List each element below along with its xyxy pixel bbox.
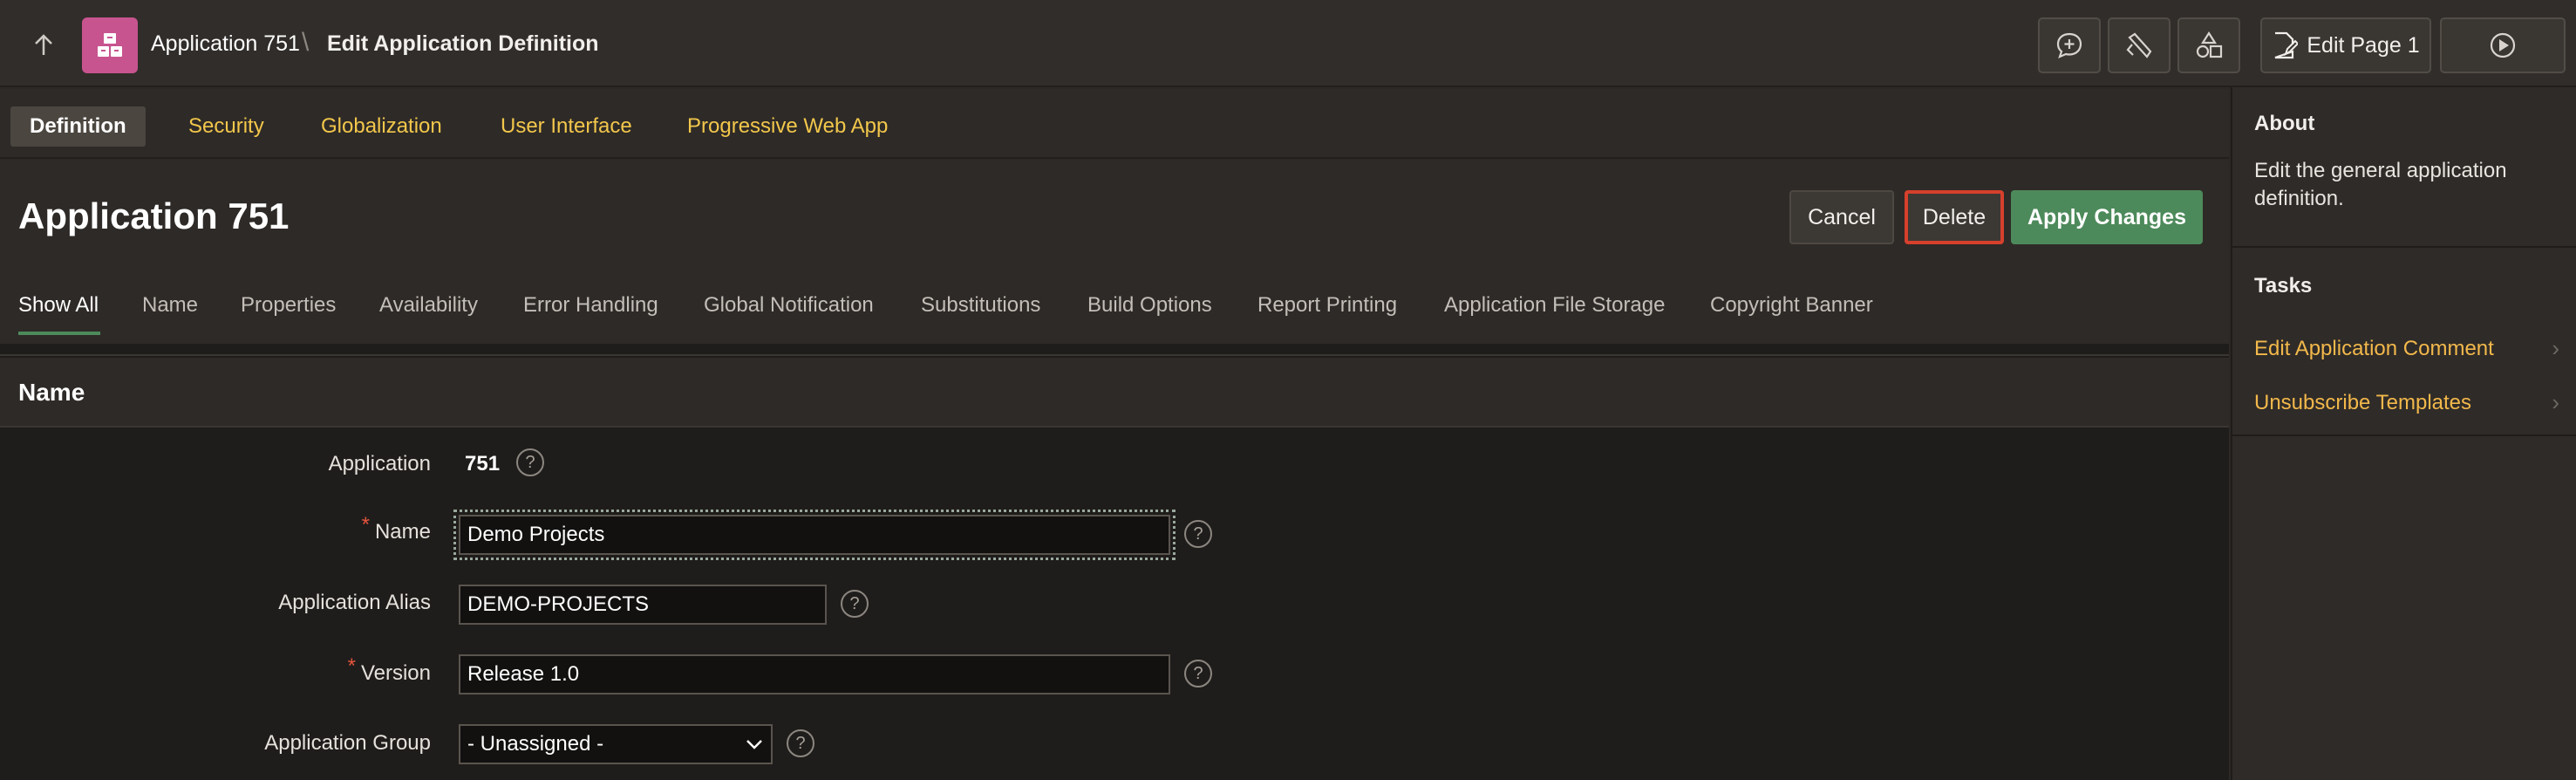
run-page-button[interactable] <box>2440 17 2566 73</box>
edit-page-label: Edit Page 1 <box>2307 32 2420 58</box>
main-tabs: Definition Security Globalization User I… <box>0 89 2229 159</box>
form-content: Name Application 751 ? * Name Demo Projec… <box>0 344 2229 780</box>
chevron-right-icon: › <box>2552 389 2559 415</box>
section-tab-report-printing[interactable]: Report Printing <box>1257 293 1397 318</box>
tab-globalization[interactable]: Globalization <box>302 106 461 147</box>
page-edit-icon <box>2274 31 2299 59</box>
cancel-button[interactable]: Cancel <box>1789 190 1894 244</box>
comment-add-icon <box>2056 32 2082 58</box>
developer-tools-button[interactable] <box>2108 17 2171 73</box>
section-tab-copyright-banner[interactable]: Copyright Banner <box>1710 293 1873 318</box>
help-icon[interactable]: ? <box>841 590 869 618</box>
task-edit-application-comment[interactable]: Edit Application Comment › <box>2254 335 2559 362</box>
name-label-text: Name <box>374 520 431 544</box>
application-id-value: 751 <box>465 452 501 476</box>
page-title: Application 751 <box>18 195 290 236</box>
divider <box>2232 434 2576 436</box>
region-title: Name <box>18 379 85 406</box>
application-alias-input[interactable]: DEMO-PROJECTS <box>459 585 827 625</box>
section-tab-error-handling[interactable]: Error Handling <box>523 293 658 318</box>
application-label: Application <box>328 452 431 476</box>
help-icon[interactable]: ? <box>787 729 814 757</box>
developer-tools-icon <box>2126 32 2152 58</box>
task-label: Edit Application Comment <box>2254 336 2494 360</box>
name-label: * Name <box>362 513 431 544</box>
breadcrumb-application[interactable]: Application 751 <box>151 31 300 57</box>
divider <box>2232 246 2576 248</box>
top-toolbar: Application 751 \ Edit Application Defin… <box>0 0 2576 87</box>
tab-progressive-web-app[interactable]: Progressive Web App <box>668 106 907 147</box>
version-label: * Version <box>348 654 431 686</box>
help-icon[interactable]: ? <box>516 448 544 476</box>
edit-page-button[interactable]: Edit Page 1 <box>2260 17 2431 73</box>
comment-add-button[interactable] <box>2038 17 2101 73</box>
task-unsubscribe-templates[interactable]: Unsubscribe Templates › <box>2254 389 2559 416</box>
about-text: Edit the general application definition. <box>2254 159 2507 210</box>
version-label-text: Version <box>360 661 431 685</box>
right-sidebar: About Edit the general application defin… <box>2231 87 2576 780</box>
section-tab-build-options[interactable]: Build Options <box>1087 293 1212 318</box>
run-icon <box>2490 32 2516 58</box>
breadcrumb-separator: \ <box>302 28 310 57</box>
breadcrumb-current-page: Edit Application Definition <box>327 31 599 56</box>
delete-button[interactable]: Delete <box>1905 190 2004 244</box>
application-group-select[interactable]: - Unassigned - <box>459 724 773 764</box>
chevron-right-icon: › <box>2552 335 2559 361</box>
about-title: About <box>2254 112 2315 135</box>
tab-security[interactable]: Security <box>169 106 283 147</box>
apps-icon[interactable] <box>82 17 138 73</box>
tab-user-interface[interactable]: User Interface <box>481 106 651 147</box>
region-header: Name <box>0 358 2229 428</box>
active-tab-indicator <box>18 332 100 335</box>
tab-definition[interactable]: Definition <box>10 106 146 147</box>
divider <box>0 354 2229 356</box>
section-tab-application-file-storage[interactable]: Application File Storage <box>1444 293 1665 318</box>
required-indicator: * <box>361 513 370 537</box>
section-tab-show-all[interactable]: Show All <box>18 293 99 318</box>
help-icon[interactable]: ? <box>1184 660 1212 688</box>
shapes-icon <box>2196 31 2223 58</box>
section-tab-substitutions[interactable]: Substitutions <box>921 293 1040 318</box>
shapes-button[interactable] <box>2177 17 2240 73</box>
name-input[interactable]: Demo Projects <box>453 510 1176 560</box>
apply-changes-button[interactable]: Apply Changes <box>2011 190 2203 244</box>
application-alias-label: Application Alias <box>278 591 431 614</box>
section-tab-global-notification[interactable]: Global Notification <box>704 293 874 318</box>
up-arrow-icon[interactable] <box>24 26 63 65</box>
section-tab-availability[interactable]: Availability <box>379 293 478 318</box>
page-header: Application 751 Cancel Delete Apply Chan… <box>0 161 2229 344</box>
required-indicator: * <box>347 654 356 678</box>
version-input[interactable]: Release 1.0 <box>459 654 1170 694</box>
help-icon[interactable]: ? <box>1184 520 1212 548</box>
section-tab-properties[interactable]: Properties <box>241 293 336 318</box>
chevron-down-icon <box>746 740 762 749</box>
task-label: Unsubscribe Templates <box>2254 390 2472 414</box>
section-tab-name[interactable]: Name <box>142 293 198 318</box>
application-group-label: Application Group <box>264 731 431 755</box>
application-group-selected: - Unassigned - <box>467 732 604 756</box>
tasks-title: Tasks <box>2254 274 2313 298</box>
